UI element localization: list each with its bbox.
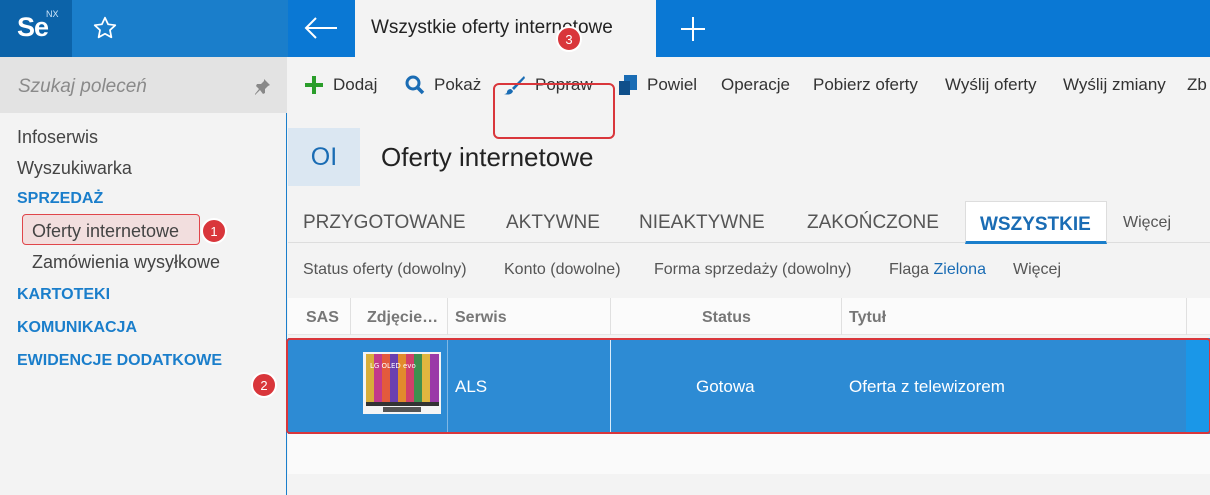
column-status[interactable]: Status bbox=[702, 309, 751, 327]
duplicate-label: Powiel bbox=[647, 75, 698, 94]
callout-3: 3 bbox=[556, 26, 582, 52]
sidebar-section-kartoteki[interactable]: KARTOTEKI bbox=[17, 286, 110, 304]
column-sas[interactable]: SAS bbox=[306, 309, 339, 327]
tab-wszystkie-label: WSZYSTKIE bbox=[980, 214, 1091, 235]
add-label: Dodaj bbox=[333, 75, 378, 94]
add-button[interactable]: Dodaj bbox=[304, 57, 377, 113]
send-changes-button[interactable]: Wyślij zmiany bbox=[1063, 57, 1166, 113]
new-tab-plus-icon[interactable] bbox=[680, 16, 706, 42]
sidebar-section-komunikacja[interactable]: KOMUNIKACJA bbox=[17, 319, 137, 337]
show-label: Pokaż bbox=[434, 75, 482, 94]
column-separator bbox=[841, 298, 842, 335]
callout-2: 2 bbox=[251, 372, 277, 398]
logo-text: Se bbox=[17, 12, 49, 42]
download-offers-label: Pobierz oferty bbox=[813, 75, 918, 94]
back-arrow-icon[interactable] bbox=[303, 14, 339, 42]
filter-more[interactable]: Więcej bbox=[1013, 261, 1061, 279]
page-title: Oferty internetowe bbox=[381, 142, 594, 172]
column-separator bbox=[610, 298, 611, 335]
send-changes-label: Wyślij zmiany bbox=[1063, 75, 1166, 94]
column-serwis[interactable]: Serwis bbox=[455, 309, 507, 327]
filter-account[interactable]: Konto (dowolne) bbox=[504, 261, 621, 279]
operations-label: Operacje bbox=[721, 75, 790, 94]
app-window: Se NX Wszystkie oferty internetowe Infos… bbox=[0, 0, 1210, 495]
tab-more[interactable]: Więcej bbox=[1123, 214, 1171, 232]
tab-wszystkie-oferty[interactable]: Wszystkie oferty internetowe bbox=[355, 0, 656, 57]
show-button[interactable]: Pokaż bbox=[405, 57, 481, 113]
filter-flag[interactable]: Flaga Zielona bbox=[889, 261, 986, 279]
column-tytul[interactable]: Tytuł bbox=[849, 309, 886, 327]
send-offers-label: Wyślij oferty bbox=[945, 75, 1037, 94]
filter-status[interactable]: Status oferty (dowolny) bbox=[303, 261, 467, 279]
download-offers-button[interactable]: Pobierz oferty bbox=[813, 57, 918, 113]
star-icon[interactable] bbox=[92, 15, 118, 41]
edit-button-highlight bbox=[493, 83, 615, 139]
filter-flag-label: Flaga bbox=[889, 261, 930, 278]
column-separator bbox=[1186, 298, 1187, 335]
duplicate-icon bbox=[619, 75, 637, 95]
operations-button[interactable]: Operacje bbox=[721, 57, 790, 113]
sidebar-item-wyszukiwarka[interactable]: Wyszukiwarka bbox=[17, 158, 132, 179]
grid-empty-area bbox=[288, 434, 1210, 474]
send-offers-button[interactable]: Wyślij oferty bbox=[945, 57, 1036, 113]
tab-przygotowane[interactable]: PRZYGOTOWANE bbox=[303, 212, 466, 234]
sidebar-section-ewidencje[interactable]: EWIDENCJE DODATKOWE bbox=[17, 352, 222, 370]
sidebar-item-oferty-internetowe[interactable]: Oferty internetowe bbox=[32, 221, 179, 242]
filter-sale-form[interactable]: Forma sprzedaży (dowolny) bbox=[654, 261, 851, 279]
column-separator bbox=[350, 298, 351, 335]
row-highlight bbox=[286, 338, 1210, 434]
tab-nieaktywne[interactable]: NIEAKTYWNE bbox=[639, 212, 765, 234]
plus-icon bbox=[305, 76, 323, 94]
search-icon bbox=[405, 75, 425, 95]
more-toolbar-label: Zb bbox=[1187, 75, 1207, 94]
sidebar-item-infoserwis[interactable]: Infoserwis bbox=[17, 127, 98, 148]
tab-zakonczone[interactable]: ZAKOŃCZONE bbox=[807, 212, 939, 234]
duplicate-button[interactable]: Powiel bbox=[618, 57, 697, 113]
main-panel: Dodaj Pokaż Popraw Powiel Operacje Pobie… bbox=[251, 26, 1210, 495]
command-search bbox=[0, 57, 287, 113]
callout-1: 1 bbox=[201, 218, 227, 244]
search-input[interactable] bbox=[18, 75, 238, 99]
module-badge: OI bbox=[288, 128, 360, 186]
sidebar: Infoserwis Wyszukiwarka SPRZEDAŻ Oferty … bbox=[0, 57, 287, 495]
sidebar-section-sprzedaz[interactable]: SPRZEDAŻ bbox=[17, 190, 103, 208]
tab-wszystkie[interactable]: WSZYSTKIE bbox=[965, 201, 1107, 244]
column-zdjecie[interactable]: Zdjęcie… bbox=[367, 309, 438, 327]
sidebar-item-zamowienia-wysylkowe[interactable]: Zamówienia wysyłkowe bbox=[32, 252, 220, 273]
column-separator bbox=[447, 298, 448, 335]
more-toolbar-button[interactable]: Zb bbox=[1187, 57, 1207, 113]
filter-flag-value: Zielona bbox=[933, 261, 986, 278]
app-logo[interactable]: Se NX bbox=[0, 0, 72, 57]
pin-icon[interactable] bbox=[253, 78, 271, 96]
logo-suffix: NX bbox=[46, 9, 59, 19]
tab-aktywne[interactable]: AKTYWNE bbox=[506, 212, 600, 234]
